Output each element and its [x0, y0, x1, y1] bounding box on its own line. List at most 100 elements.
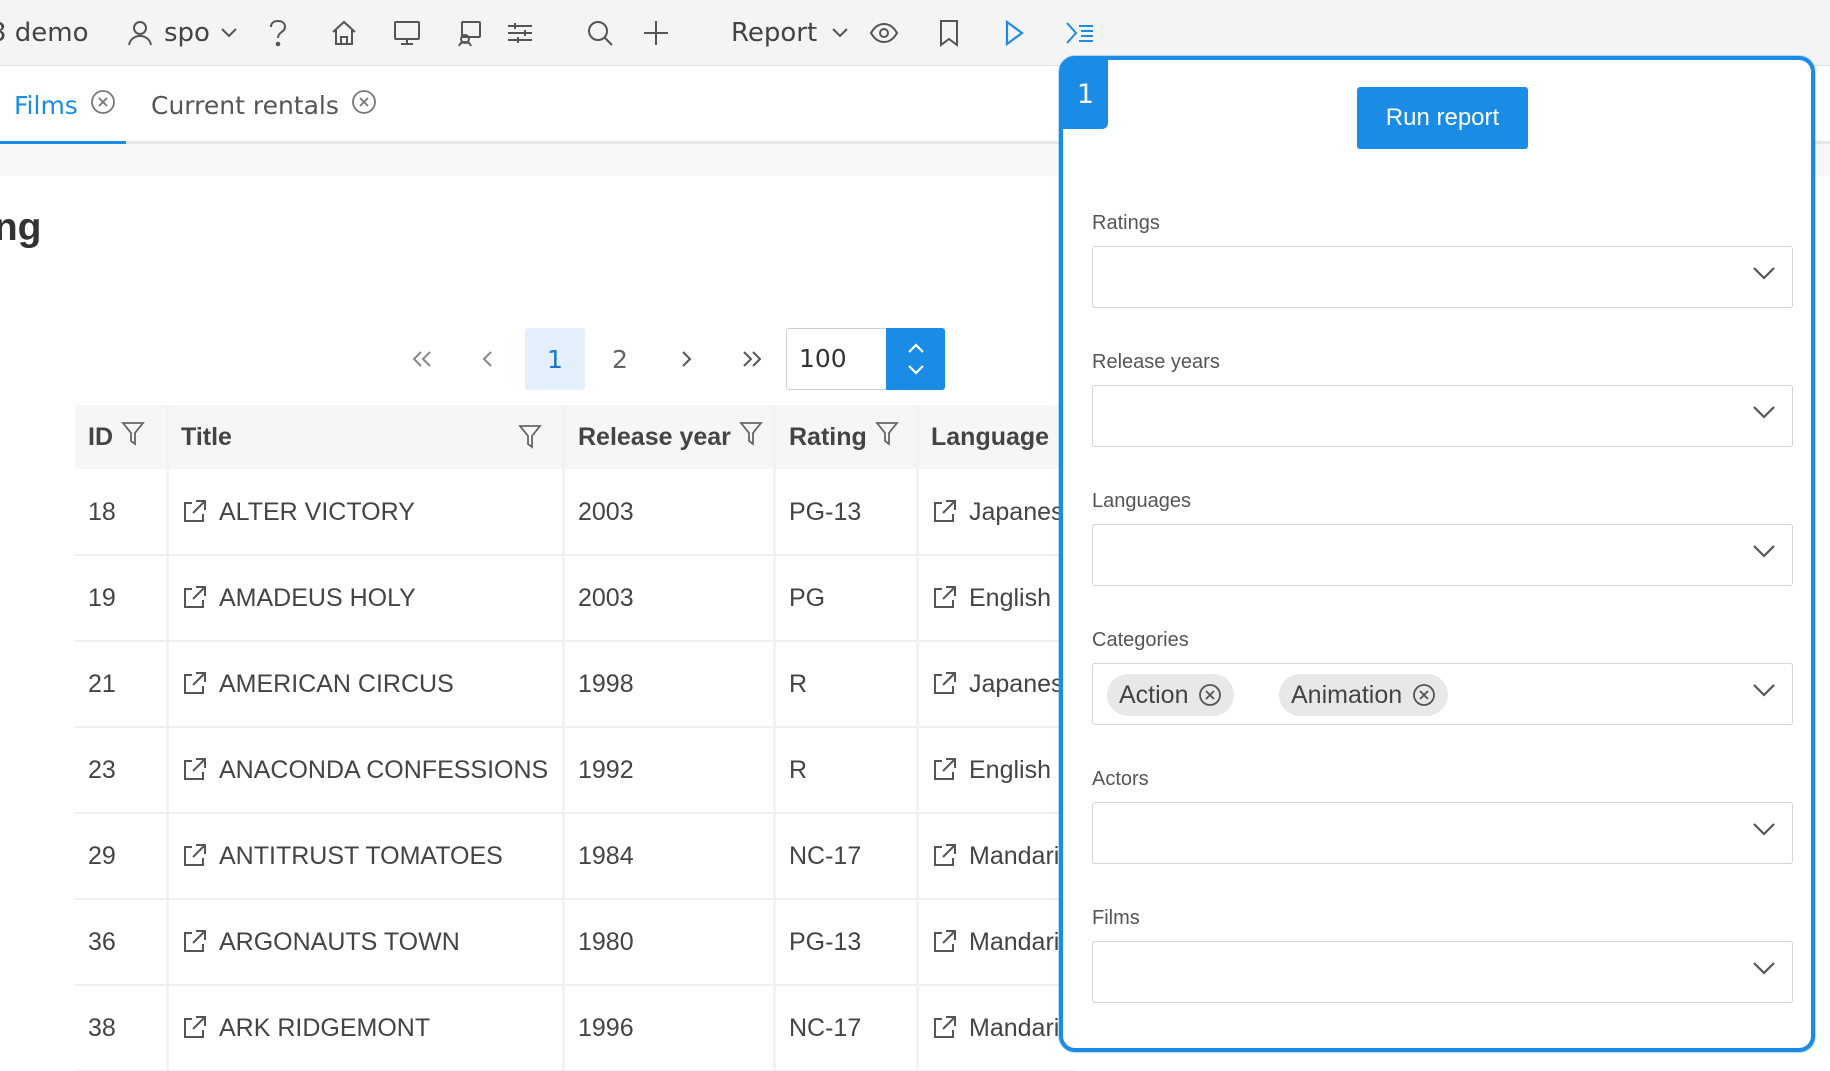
cell-release-year: 1992 — [578, 727, 634, 813]
permissions-icon[interactable] — [455, 0, 483, 66]
cell-id-text: 21 — [88, 669, 116, 698]
open-film-icon[interactable] — [181, 929, 207, 955]
user-menu[interactable]: spo — [126, 0, 238, 66]
open-language-icon[interactable] — [931, 585, 957, 611]
cell-rating-text: R — [789, 755, 808, 784]
column-header-release-year[interactable]: Release year — [578, 405, 763, 469]
cell-title-text: ANACONDA CONFESSIONS — [219, 755, 549, 784]
open-film-icon[interactable] — [181, 843, 207, 869]
previous-page-button[interactable] — [462, 328, 514, 390]
filter-select-release-years[interactable] — [1092, 385, 1793, 447]
cell-id-text: 18 — [88, 497, 116, 526]
cell-language[interactable]: Mandarin — [931, 985, 1073, 1071]
page-2-button[interactable]: 2 — [594, 328, 646, 390]
first-page-button[interactable] — [396, 328, 448, 390]
app-name[interactable]: 3 demo — [0, 0, 89, 66]
cell-language-text: English — [969, 755, 1051, 784]
report-menu-label: Report — [731, 18, 818, 48]
cell-title[interactable]: AMERICAN CIRCUS — [181, 641, 454, 727]
column-divider — [916, 405, 919, 1070]
double-chevron-left-icon — [412, 351, 431, 367]
sliders-icon[interactable] — [506, 0, 534, 66]
page-1-button[interactable]: 1 — [525, 328, 585, 390]
filter-select-languages[interactable] — [1092, 524, 1793, 586]
cell-release-year-text: 1996 — [578, 1013, 634, 1042]
cell-rating-text: NC-17 — [789, 1013, 862, 1042]
last-page-button[interactable] — [726, 328, 778, 390]
cell-language[interactable]: Japanese — [931, 641, 1077, 727]
column-header-title[interactable]: Title — [181, 405, 232, 469]
open-film-icon[interactable] — [181, 585, 207, 611]
home-icon[interactable] — [330, 0, 358, 66]
tab-films[interactable]: Films — [14, 66, 116, 144]
filter-icon[interactable] — [121, 421, 145, 454]
cell-release-year: 2003 — [578, 469, 634, 555]
column-header-language[interactable]: Language — [931, 405, 1049, 469]
filter-select-categories[interactable]: Action Animation — [1092, 663, 1793, 725]
filter-select-actors[interactable] — [1092, 802, 1793, 864]
cell-id: 38 — [88, 985, 116, 1071]
cell-release-year-text: 1980 — [578, 927, 634, 956]
cell-title[interactable]: ANTITRUST TOMATOES — [181, 813, 503, 899]
cell-title[interactable]: ARGONAUTS TOWN — [181, 899, 460, 985]
cell-language[interactable]: Mandarin — [931, 813, 1073, 899]
add-icon[interactable] — [642, 0, 670, 66]
cell-title[interactable]: ANACONDA CONFESSIONS — [181, 727, 548, 813]
next-page-button[interactable] — [660, 328, 712, 390]
cell-title[interactable]: ALTER VICTORY — [181, 469, 415, 555]
filter-select-films[interactable] — [1092, 941, 1793, 1003]
page-size-input[interactable]: 100 — [786, 328, 886, 390]
page-size-spinner[interactable] — [886, 328, 945, 390]
filter-icon[interactable] — [874, 421, 899, 454]
search-icon[interactable] — [586, 0, 614, 66]
cell-title[interactable]: AMADEUS HOLY — [181, 555, 416, 641]
cell-release-year: 1980 — [578, 899, 634, 985]
play-icon[interactable] — [1003, 0, 1025, 66]
run-report-button[interactable]: Run report — [1357, 87, 1528, 149]
cell-rating: PG-13 — [789, 899, 861, 985]
help-icon[interactable] — [266, 0, 290, 66]
cell-language-text: Mandarin — [969, 927, 1074, 956]
column-header-label: Language — [931, 422, 1050, 451]
cell-language[interactable]: English — [931, 727, 1051, 813]
open-language-icon[interactable] — [931, 757, 957, 783]
filter-label-films: Films — [1092, 907, 1140, 929]
open-language-icon[interactable] — [931, 1015, 957, 1041]
user-name: spo — [164, 18, 210, 48]
monitor-icon[interactable] — [393, 0, 421, 66]
column-divider — [773, 405, 776, 1070]
bookmark-icon[interactable] — [937, 0, 961, 66]
cell-language[interactable]: Japanese — [931, 469, 1077, 555]
close-tab-icon[interactable] — [351, 89, 377, 121]
open-language-icon[interactable] — [931, 929, 957, 955]
column-header-id[interactable]: ID — [88, 405, 145, 469]
cell-title[interactable]: ARK RIDGEMONT — [181, 985, 430, 1071]
cell-language[interactable]: English — [931, 555, 1051, 641]
filter-label-actors: Actors — [1092, 768, 1149, 790]
cell-rating-text: PG-13 — [789, 497, 862, 526]
open-film-icon[interactable] — [181, 757, 207, 783]
column-header-rating[interactable]: Rating — [789, 405, 899, 469]
open-film-icon[interactable] — [181, 499, 207, 525]
cell-language-text: Mandarin — [969, 1013, 1074, 1042]
tab-label: Films — [14, 90, 78, 120]
open-language-icon[interactable] — [931, 843, 957, 869]
cell-language[interactable]: Mandarin — [931, 899, 1073, 985]
title-filter-icon[interactable] — [518, 405, 542, 469]
remove-chip-icon[interactable] — [1198, 683, 1222, 707]
cell-rating: NC-17 — [789, 813, 861, 899]
report-menu[interactable]: Report — [731, 0, 849, 66]
open-film-icon[interactable] — [181, 671, 207, 697]
open-language-icon[interactable] — [931, 671, 957, 697]
tab-current-rentals[interactable]: Current rentals — [151, 66, 377, 144]
open-language-icon[interactable] — [931, 499, 957, 525]
remove-chip-icon[interactable] — [1412, 683, 1436, 707]
cell-release-year: 1996 — [578, 985, 634, 1071]
open-film-icon[interactable] — [181, 1015, 207, 1041]
cell-id-text: 29 — [88, 841, 116, 870]
chevron-down-icon — [1752, 265, 1776, 284]
filter-select-ratings[interactable] — [1092, 246, 1793, 308]
filter-icon[interactable] — [739, 421, 763, 454]
eye-icon[interactable] — [869, 0, 899, 66]
close-tab-icon[interactable] — [90, 89, 116, 121]
